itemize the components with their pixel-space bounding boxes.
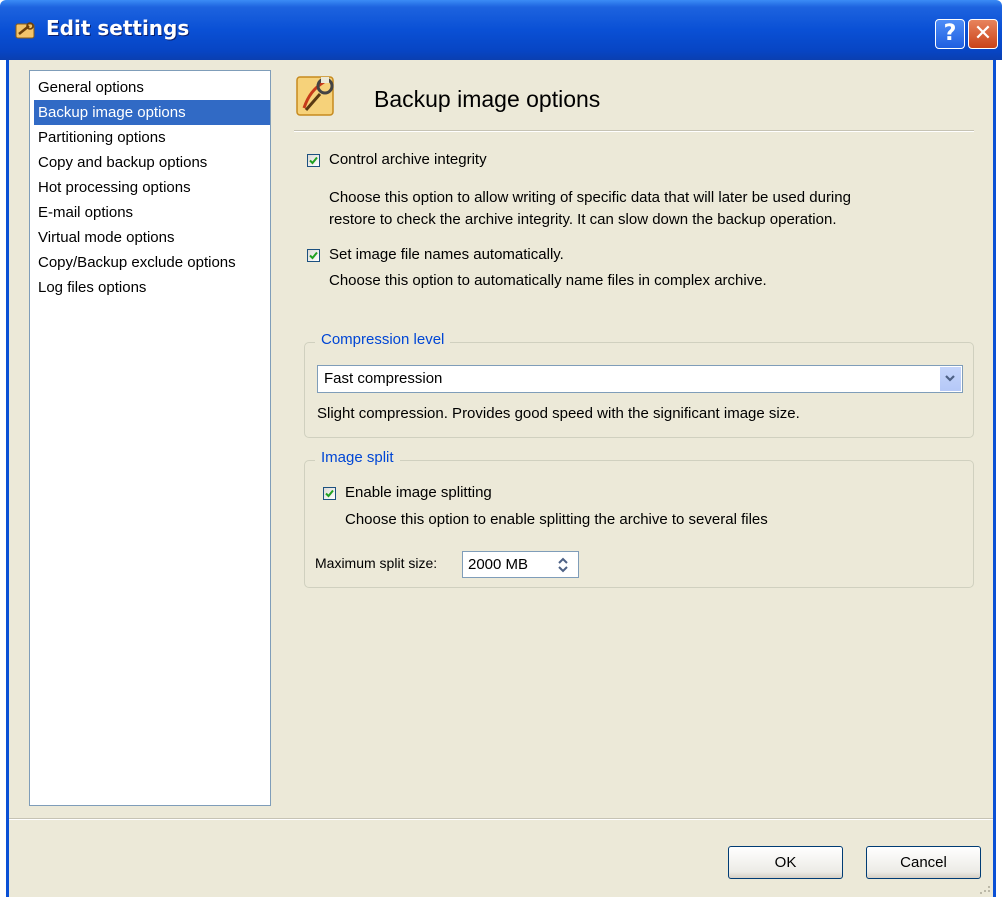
title-bar[interactable]: Edit settings ? ✕: [0, 0, 1002, 60]
compression-description: Slight compression. Provides good speed …: [317, 405, 800, 422]
auto-names-description: Choose this option to automatically name…: [329, 272, 767, 289]
options-category-list[interactable]: General options Backup image options Parti…: [29, 70, 271, 806]
sidebar-item-virtual-mode-options[interactable]: Virtual mode options: [34, 225, 270, 250]
control-integrity-description-2: restore to check the archive integrity. …: [329, 211, 837, 228]
cancel-button[interactable]: Cancel: [866, 846, 981, 879]
compression-level-legend: Compression level: [315, 331, 451, 348]
checkmark-icon: [325, 489, 334, 498]
chevron-down-icon: [945, 375, 955, 382]
auto-names-checkbox[interactable]: [307, 249, 320, 262]
ok-button[interactable]: OK: [728, 846, 843, 879]
compression-level-value: Fast compression: [324, 370, 443, 387]
checkmark-icon: [309, 251, 318, 260]
edit-settings-window: Edit settings ? ✕ General options Backup …: [0, 0, 1002, 897]
image-split-legend: Image split: [315, 449, 400, 466]
options-panel: Backup image options Control archive int…: [294, 60, 984, 800]
sidebar-item-hot-processing-options[interactable]: Hot processing options: [34, 175, 270, 200]
help-button[interactable]: ?: [935, 19, 965, 49]
checkmark-icon: [309, 156, 318, 165]
app-icon: [15, 22, 35, 39]
close-button[interactable]: ✕: [968, 19, 998, 49]
resize-grip-icon[interactable]: [979, 883, 991, 895]
dropdown-arrow-button[interactable]: [939, 367, 961, 391]
auto-names-label: Set image file names automatically.: [329, 246, 564, 263]
max-split-size-spinner[interactable]: 2000 MB: [462, 551, 579, 578]
sidebar-item-log-files-options[interactable]: Log files options: [34, 275, 270, 300]
sidebar-item-copy-backup-exclude-options[interactable]: Copy/Backup exclude options: [34, 250, 270, 275]
panel-title-divider: [294, 130, 974, 132]
enable-splitting-label: Enable image splitting: [345, 484, 492, 501]
control-integrity-description-1: Choose this option to allow writing of s…: [329, 189, 851, 206]
sidebar-item-backup-image-options[interactable]: Backup image options: [34, 100, 270, 125]
dialog-client-area: General options Backup image options Parti…: [6, 60, 996, 897]
settings-wrench-icon: [296, 76, 334, 116]
control-integrity-label: Control archive integrity: [329, 151, 487, 168]
image-split-group: Image split Enable image splitting Choos…: [304, 449, 974, 588]
max-split-size-label: Maximum split size:: [315, 555, 438, 571]
sidebar-item-partitioning-options[interactable]: Partitioning options: [34, 125, 270, 150]
nav-list: General options Backup image options Parti…: [30, 71, 270, 300]
enable-splitting-description: Choose this option to enable splitting t…: [345, 511, 768, 528]
close-icon: ✕: [973, 21, 993, 46]
max-split-size-value: 2000 MB: [468, 556, 529, 573]
control-integrity-checkbox[interactable]: [307, 154, 320, 167]
window-title: Edit settings: [46, 16, 190, 40]
sidebar-item-general-options[interactable]: General options: [34, 75, 270, 100]
compression-level-group: Compression level Fast compression Sligh…: [304, 331, 974, 438]
footer-divider: [9, 818, 993, 820]
up-down-arrows-icon[interactable]: [556, 556, 570, 574]
compression-level-select[interactable]: Fast compression: [317, 365, 963, 393]
sidebar-item-e-mail-options[interactable]: E-mail options: [34, 200, 270, 225]
enable-splitting-checkbox[interactable]: [323, 487, 336, 500]
help-icon: ?: [943, 21, 957, 46]
panel-title: Backup image options: [374, 86, 601, 112]
sidebar-item-copy-and-backup-options[interactable]: Copy and backup options: [34, 150, 270, 175]
